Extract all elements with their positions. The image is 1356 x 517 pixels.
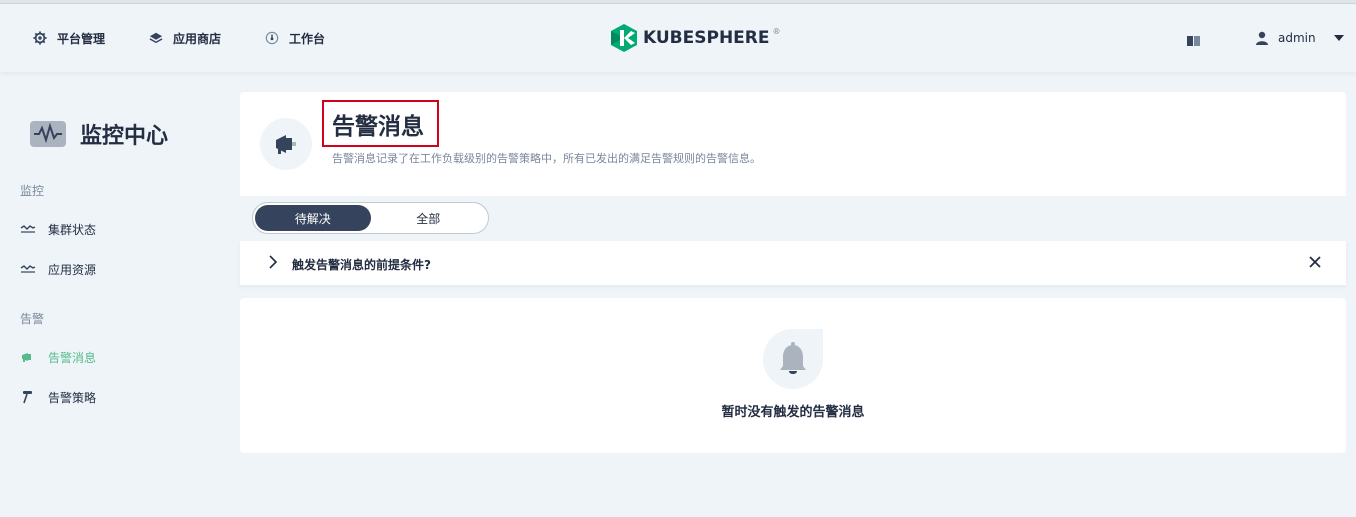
filter-toolbar: 待解决 全部 <box>240 196 1346 240</box>
wave-icon <box>20 225 36 233</box>
dashboard-icon <box>265 31 279 45</box>
logo-registered-mark: ® <box>772 26 781 36</box>
nav-app-store[interactable]: 应用商店 <box>149 28 221 48</box>
hammer-icon <box>23 391 32 404</box>
empty-state: 暂时没有触发的告警消息 <box>240 298 1346 453</box>
sidebar-item-label: 集群状态 <box>48 222 97 237</box>
layers-icon <box>149 32 163 44</box>
chevron-right-icon[interactable] <box>268 255 278 269</box>
top-header: 平台管理 应用商店 工作台 KUBESPHERE ® admin <box>0 4 1356 72</box>
book-icon <box>1187 36 1200 46</box>
kubesphere-logo-icon <box>611 24 637 52</box>
megaphone-icon <box>276 135 296 154</box>
nav-workbench[interactable]: 工作台 <box>265 28 325 48</box>
user-menu[interactable]: admin <box>1256 28 1344 48</box>
tip-text: 触发告警消息的前提条件? <box>292 258 431 272</box>
page-banner: 告警消息 告警消息记录了在工作负载级别的告警策略中，所有已发出的满足告警规则的告… <box>240 92 1346 196</box>
sidebar-group-monitoring: 监控 <box>20 184 45 198</box>
monitoring-center-icon <box>30 121 66 147</box>
highlight-box: 告警消息 <box>322 100 439 147</box>
sidebar-item-label: 告警消息 <box>48 350 97 365</box>
banner-icon-wrapper <box>260 118 312 170</box>
nav-label: 平台管理 <box>57 31 106 46</box>
wave-icon <box>20 265 36 273</box>
sidebar-item-alert-messages[interactable]: 告警消息 <box>20 347 96 367</box>
sidebar-title-text: 监控中心 <box>80 124 169 149</box>
user-name: admin <box>1278 31 1316 45</box>
sidebar-item-cluster-status[interactable]: 集群状态 <box>20 219 96 239</box>
sidebar-item-label: 应用资源 <box>48 262 97 277</box>
bell-icon <box>780 342 806 374</box>
close-icon[interactable] <box>1308 255 1322 269</box>
nav-label: 工作台 <box>289 31 326 46</box>
sidebar-item-alert-policies[interactable]: 告警策略 <box>20 387 96 407</box>
megaphone-icon <box>22 353 31 362</box>
tab-all[interactable]: 全部 <box>371 205 487 231</box>
kubesphere-logo[interactable]: KUBESPHERE ® <box>611 24 784 52</box>
nav-platform-management[interactable]: 平台管理 <box>33 28 105 48</box>
page-title: 告警消息 <box>332 113 424 140</box>
empty-message: 暂时没有触发的告警消息 <box>721 405 865 420</box>
user-icon <box>1256 31 1268 45</box>
sidebar-title: 监控中心 <box>30 116 168 152</box>
documentation-button[interactable] <box>1187 32 1201 51</box>
status-tabs: 待解决 全部 <box>252 202 489 234</box>
chevron-down-icon <box>1333 35 1344 41</box>
sidebar-group-alerting: 告警 <box>20 312 45 326</box>
tip-panel[interactable]: 触发告警消息的前提条件? <box>240 241 1346 285</box>
page-description: 告警消息记录了在工作负载级别的告警策略中，所有已发出的满足告警规则的告警信息。 <box>332 152 761 165</box>
logo-text: KUBESPHERE <box>643 28 770 48</box>
gear-icon <box>33 31 47 45</box>
sidebar-item-label: 告警策略 <box>48 390 97 405</box>
nav-label: 应用商店 <box>173 31 222 46</box>
empty-icon-wrapper <box>763 329 823 389</box>
tab-unresolved[interactable]: 待解决 <box>255 205 371 231</box>
sidebar-item-app-resources[interactable]: 应用资源 <box>20 259 96 279</box>
